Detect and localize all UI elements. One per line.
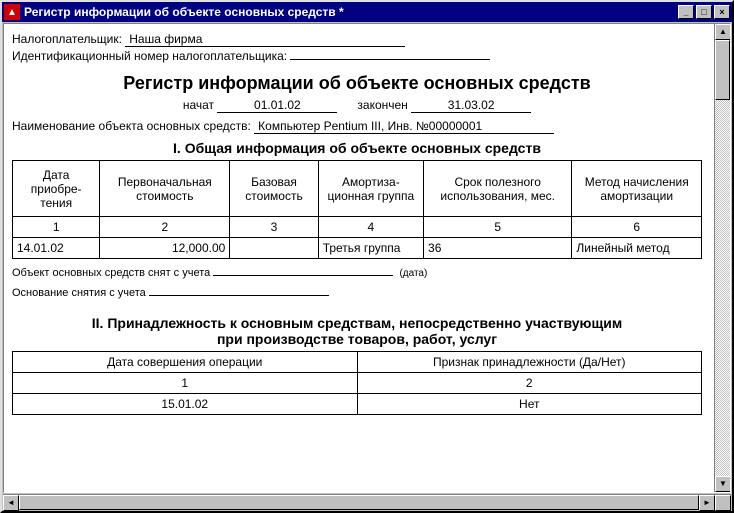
scroll-corner <box>715 495 731 511</box>
table-header-row: Дата совершения операции Признак принадл… <box>13 352 702 373</box>
cell: 36 <box>424 238 572 259</box>
scroll-up-button[interactable]: ▲ <box>715 24 731 40</box>
horizontal-scrollbar[interactable]: ◄ ► <box>3 494 731 510</box>
col-header: Амортиза-ционная группа <box>318 161 423 217</box>
deregister-label: Объект основных средств снят с учета <box>12 267 210 279</box>
object-label: Наименование объекта основных средств: <box>12 119 251 133</box>
window-title: Регистр информации об объекте основных с… <box>24 5 678 19</box>
col-num: 1 <box>13 373 358 394</box>
cell: 12,000.00 <box>100 238 230 259</box>
app-icon: ▲ <box>4 4 20 20</box>
cell: 15.01.02 <box>13 394 358 415</box>
period-end-value[interactable]: 31.03.02 <box>411 98 531 113</box>
col-header: Базовая стоимость <box>230 161 318 217</box>
taxpayer-row: Налогоплательщик: Наша фирма <box>12 32 702 47</box>
scroll-track[interactable] <box>715 100 730 476</box>
tin-row: Идентификационный номер налогоплательщик… <box>12 49 702 63</box>
window-controls: _ □ × <box>678 5 730 19</box>
main-title: Регистр информации об объекте основных с… <box>12 73 702 94</box>
scroll-thumb-h[interactable] <box>19 495 699 510</box>
taxpayer-label: Налогоплательщик: <box>12 32 122 46</box>
app-window: ▲ Регистр информации об объекте основных… <box>0 0 734 513</box>
close-button[interactable]: × <box>714 5 730 19</box>
deregister-basis-row: Основание снятия с учета <box>12 287 702 299</box>
col-num: 6 <box>572 217 702 238</box>
col-num: 3 <box>230 217 318 238</box>
tin-label: Идентификационный номер налогоплательщик… <box>12 49 287 63</box>
scroll-track-h[interactable] <box>19 495 699 510</box>
maximize-button[interactable]: □ <box>696 5 712 19</box>
section2-table: Дата совершения операции Признак принадл… <box>12 351 702 415</box>
col-num: 4 <box>318 217 423 238</box>
object-value[interactable]: Компьютер Pentium III, Инв. №00000001 <box>254 119 554 134</box>
period-start-label: начат <box>183 98 214 112</box>
cell: 14.01.02 <box>13 238 100 259</box>
table-row: 14.01.02 12,000.00 Третья группа 36 Лине… <box>13 238 702 259</box>
cell: Третья группа <box>318 238 423 259</box>
col-num: 5 <box>424 217 572 238</box>
client-area: Налогоплательщик: Наша фирма Идентификац… <box>3 23 731 493</box>
col-num: 1 <box>13 217 100 238</box>
col-num: 2 <box>357 373 702 394</box>
titlebar: ▲ Регистр информации об объекте основных… <box>2 2 732 22</box>
col-header: Метод начисления амортизации <box>572 161 702 217</box>
cell: Линейный метод <box>572 238 702 259</box>
col-header: Дата приобре-тения <box>13 161 100 217</box>
deregister-basis-label: Основание снятия с учета <box>12 287 146 299</box>
object-row: Наименование объекта основных средств: К… <box>12 119 702 134</box>
table-numrow: 1 2 <box>13 373 702 394</box>
tin-value[interactable] <box>290 59 490 60</box>
scroll-down-button[interactable]: ▼ <box>715 476 731 492</box>
section2-title-l1: II. Принадлежность к основным средствам,… <box>12 315 702 331</box>
cell <box>230 238 318 259</box>
scroll-right-button[interactable]: ► <box>699 495 715 511</box>
table-numrow: 1 2 3 4 5 6 <box>13 217 702 238</box>
scroll-left-button[interactable]: ◄ <box>3 495 19 511</box>
col-header: Признак принадлежности (Да/Нет) <box>357 352 702 373</box>
cell: Нет <box>357 394 702 415</box>
section1-title: I. Общая информация об объекте основных … <box>12 140 702 156</box>
deregister-row: Объект основных средств снят с учета (да… <box>12 267 702 279</box>
period-row: начат 01.01.02 закончен 31.03.02 <box>12 98 702 113</box>
document-body: Налогоплательщик: Наша фирма Идентификац… <box>4 24 714 492</box>
deregister-value[interactable] <box>213 275 393 276</box>
table-row: 15.01.02 Нет <box>13 394 702 415</box>
section1-table: Дата приобре-тения Первоначальная стоимо… <box>12 160 702 259</box>
scroll-thumb[interactable] <box>715 40 730 100</box>
minimize-button[interactable]: _ <box>678 5 694 19</box>
deregister-basis-value[interactable] <box>149 295 329 296</box>
period-start-value[interactable]: 01.01.02 <box>217 98 337 113</box>
col-header: Срок полезного использования, мес. <box>424 161 572 217</box>
col-header: Первоначальная стоимость <box>100 161 230 217</box>
taxpayer-value[interactable]: Наша фирма <box>125 32 405 47</box>
date-hint: (дата) <box>399 268 427 279</box>
period-end-label: закончен <box>357 98 407 112</box>
section2-title-l2: при производстве товаров, работ, услуг <box>12 331 702 347</box>
col-header: Дата совершения операции <box>13 352 358 373</box>
col-num: 2 <box>100 217 230 238</box>
vertical-scrollbar[interactable]: ▲ ▼ <box>714 24 730 492</box>
table-header-row: Дата приобре-тения Первоначальная стоимо… <box>13 161 702 217</box>
